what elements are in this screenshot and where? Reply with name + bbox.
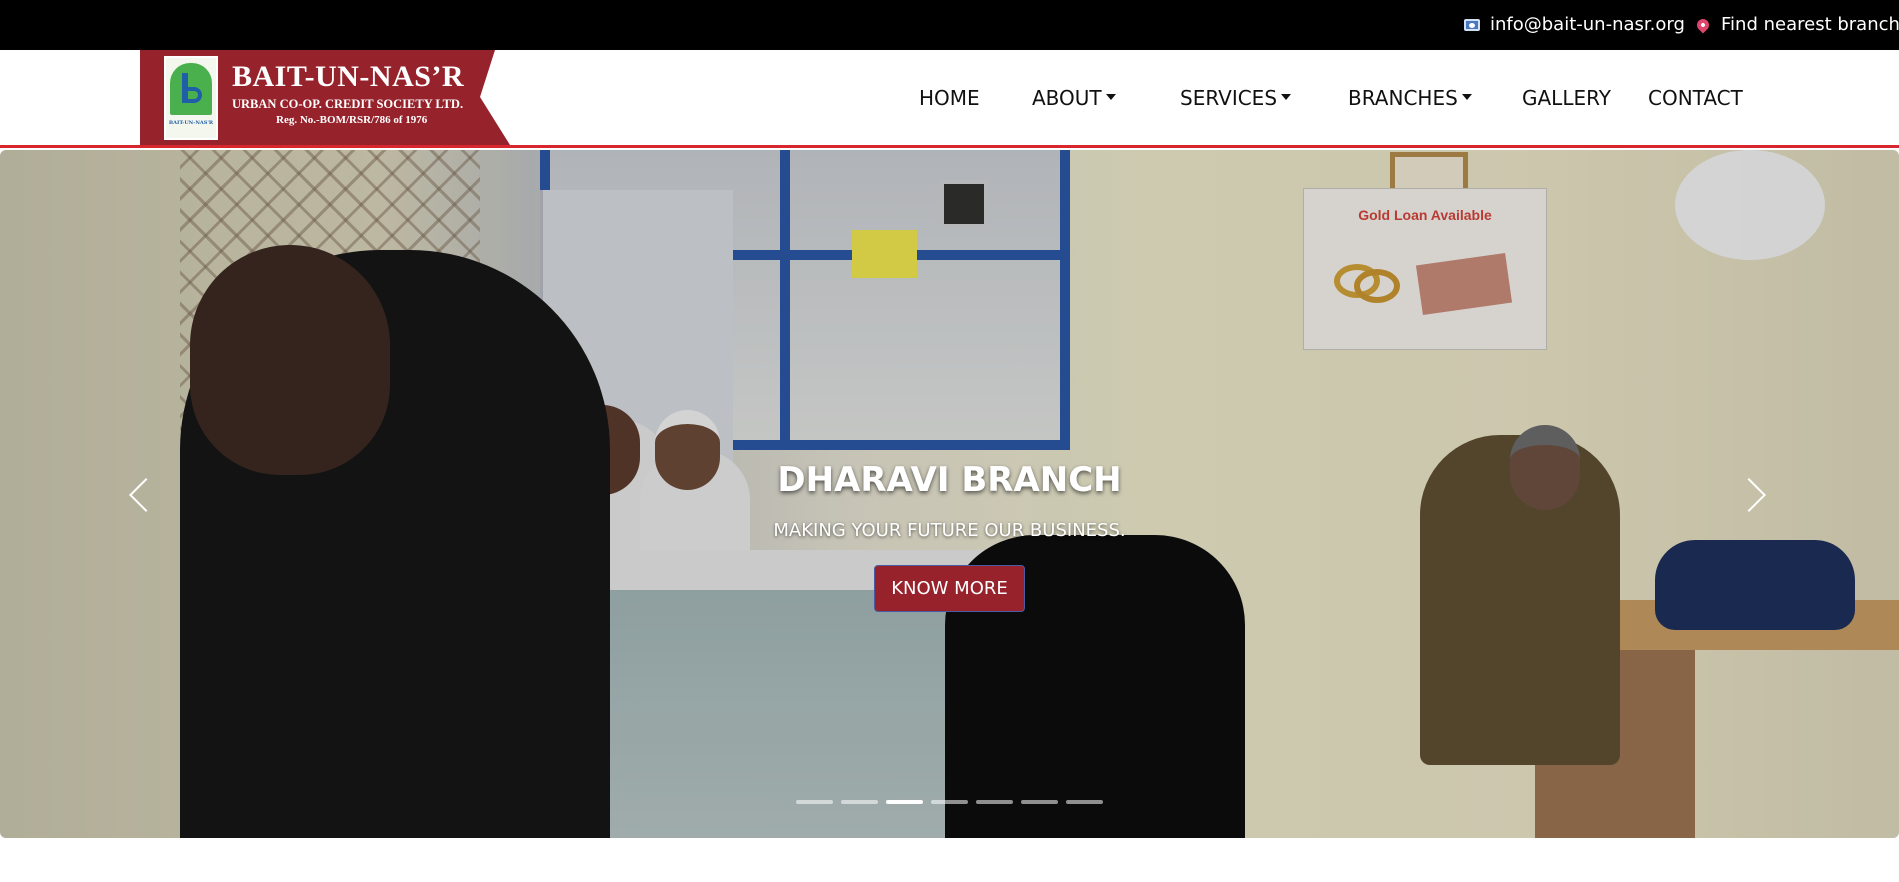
- logo-title: BAIT-UN-NAS’R: [232, 60, 465, 93]
- emblem-graphic: [170, 63, 212, 115]
- top-bar: info@bait-un-nasr.org Find nearest branc…: [0, 0, 1899, 50]
- emblem-text: BAIT-UN-NAS'R: [168, 120, 214, 126]
- carousel-indicator[interactable]: [1021, 800, 1058, 804]
- carousel-indicator[interactable]: [976, 800, 1013, 804]
- nav-gallery[interactable]: GALLERY: [1522, 86, 1611, 110]
- nav-contact-label: CONTACT: [1648, 86, 1743, 110]
- caret-down-icon: [1461, 93, 1472, 100]
- nav-about[interactable]: ABOUT: [1032, 86, 1116, 110]
- site-header: BAIT-UN-NAS'R BAIT-UN-NAS’R URBAN CO-OP.…: [0, 50, 1899, 148]
- logo-registration: Reg. No.-BOM/RSR/786 of 1976: [276, 114, 428, 126]
- logo-emblem: BAIT-UN-NAS'R: [164, 56, 218, 140]
- caret-down-icon: [1105, 93, 1116, 100]
- nav-contact[interactable]: CONTACT: [1648, 86, 1743, 110]
- chevron-left-icon[interactable]: [128, 475, 154, 515]
- logo-subtitle: URBAN CO-OP. CREDIT SOCIETY LTD.: [232, 97, 464, 111]
- hero-subtitle: MAKING YOUR FUTURE OUR BUSINESS.: [773, 520, 1126, 541]
- carousel-indicator[interactable]: [841, 800, 878, 804]
- nav-home-label: HOME: [919, 86, 980, 110]
- location-pin-icon: [1694, 16, 1712, 33]
- email-link[interactable]: info@bait-un-nasr.org: [1464, 14, 1685, 35]
- nav-services[interactable]: SERVICES: [1180, 86, 1292, 110]
- logo[interactable]: BAIT-UN-NAS'R BAIT-UN-NAS’R URBAN CO-OP.…: [140, 50, 510, 145]
- find-branch-link[interactable]: Find nearest branch: [1694, 14, 1899, 35]
- chevron-right-icon[interactable]: [1743, 475, 1769, 515]
- carousel-indicator[interactable]: [931, 800, 968, 804]
- hero-title: DHARAVI BRANCH: [777, 460, 1122, 500]
- carousel-indicator[interactable]: [796, 800, 833, 804]
- mail-icon: [1464, 18, 1480, 31]
- nav-about-label: ABOUT: [1032, 86, 1102, 110]
- carousel-indicator[interactable]: [1066, 800, 1103, 804]
- nav-services-label: SERVICES: [1180, 86, 1278, 110]
- carousel-indicators: [796, 800, 1103, 804]
- find-branch-text: Find nearest branch: [1721, 14, 1899, 35]
- know-more-button[interactable]: KNOW MORE: [874, 565, 1025, 612]
- nav-home[interactable]: HOME: [919, 86, 980, 110]
- nav-branches[interactable]: BRANCHES: [1348, 86, 1472, 110]
- nav-gallery-label: GALLERY: [1522, 86, 1611, 110]
- email-text: info@bait-un-nasr.org: [1490, 14, 1685, 35]
- nav-branches-label: BRANCHES: [1348, 86, 1458, 110]
- caret-down-icon: [1281, 93, 1292, 100]
- carousel-indicator[interactable]: [886, 800, 923, 804]
